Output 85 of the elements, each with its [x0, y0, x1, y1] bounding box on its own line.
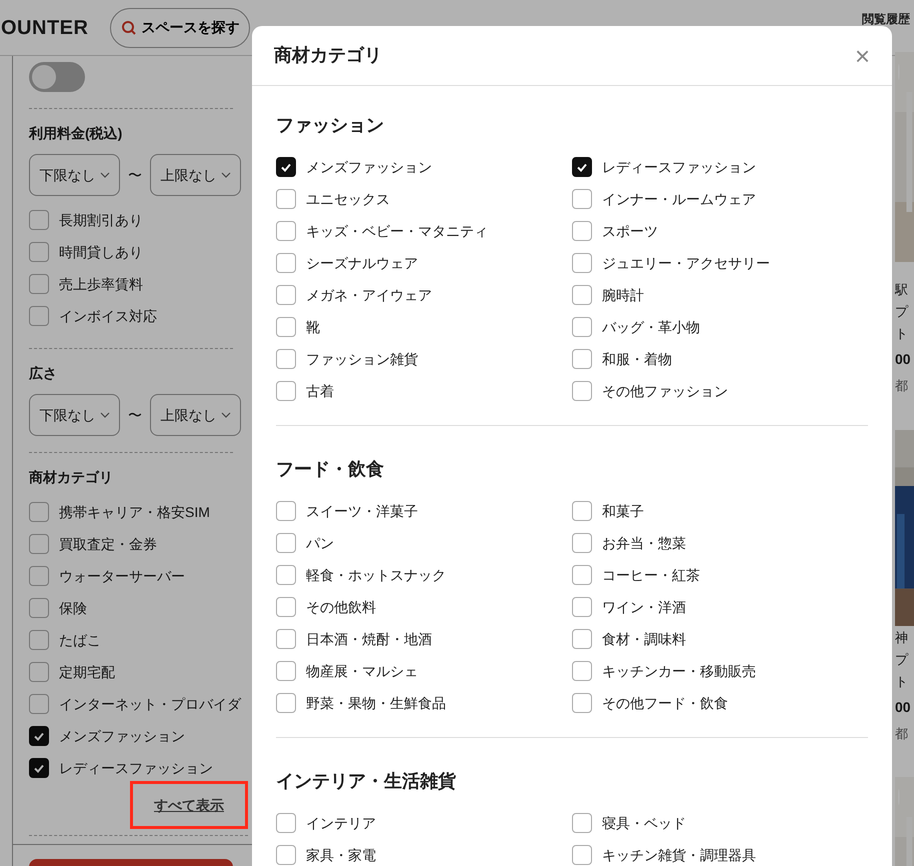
checkbox-option[interactable]: 日本酒・焼酎・地酒: [276, 623, 572, 655]
select-field[interactable]: 下限なし: [29, 154, 120, 196]
checkbox-option[interactable]: インターネット・プロバイダ: [29, 688, 248, 720]
checkbox-option[interactable]: 食材・調味料: [572, 623, 868, 655]
listing-title: プ: [895, 303, 910, 321]
search-icon: [121, 20, 138, 36]
checkbox-option[interactable]: キッチン雑貨・調理器具: [572, 839, 868, 866]
toggle-switch[interactable]: [29, 62, 85, 92]
checkbox-option[interactable]: シーズナルウェア: [276, 247, 572, 279]
checkbox-option[interactable]: インナー・ルームウェア: [572, 183, 868, 215]
listing-price: 00: [895, 698, 912, 716]
checkbox-option[interactable]: その他ファッション: [572, 375, 868, 407]
checkbox-option[interactable]: パン: [276, 527, 572, 559]
checkbox-option[interactable]: レディースファッション: [572, 151, 868, 183]
checkbox-option[interactable]: ジュエリー・アクセサリー: [572, 247, 868, 279]
checkbox-option[interactable]: 物産展・マルシェ: [276, 655, 572, 687]
check-icon: [281, 162, 291, 172]
listing-location: 都: [895, 724, 909, 742]
close-button[interactable]: ×: [854, 42, 870, 68]
chevron-down-icon: [220, 410, 230, 420]
search-button[interactable]: スペースを探す: [110, 8, 250, 48]
checkbox-option[interactable]: 靴: [276, 311, 572, 343]
section-title: 商材カテゴリ: [29, 468, 114, 487]
checkbox-option[interactable]: キッズ・ベビー・マタニティ: [276, 215, 572, 247]
checkbox-option[interactable]: 寝具・ベッド: [572, 807, 868, 839]
checkbox-option[interactable]: スイーツ・洋菓子: [276, 495, 572, 527]
checkbox-option[interactable]: 和服・着物: [572, 343, 868, 375]
section-title: 広さ: [29, 364, 58, 383]
checkbox-option[interactable]: 定期宅配: [29, 656, 248, 688]
listing-title: プ: [895, 650, 910, 668]
checkbox-option[interactable]: コーヒー・紅茶: [572, 559, 868, 591]
checkbox-option[interactable]: 野菜・果物・生鮮食品: [276, 687, 572, 719]
checkbox-option[interactable]: 時間貸しあり: [29, 236, 248, 268]
checkbox-option[interactable]: 買取査定・金券: [29, 528, 248, 560]
checkbox-option[interactable]: たばこ: [29, 624, 248, 656]
checkbox-option[interactable]: 腕時計: [572, 279, 868, 311]
checkbox-option[interactable]: レディースファッション: [29, 752, 248, 784]
checkbox-option[interactable]: ユニセックス: [276, 183, 572, 215]
section-title: インテリア・生活雑貨: [276, 770, 457, 793]
select-field[interactable]: 上限なし: [150, 394, 241, 436]
checkbox-option[interactable]: インボイス対応: [29, 300, 248, 332]
checkbox-option[interactable]: 売上歩率賃料: [29, 268, 248, 300]
listing-title: ト: [895, 325, 909, 343]
checkbox-option[interactable]: 長期割引あり: [29, 204, 248, 236]
checkbox-option[interactable]: ウォーターサーバー: [29, 560, 248, 592]
checkbox-option[interactable]: インテリア: [276, 807, 572, 839]
listing-title: ト: [895, 672, 909, 690]
select-field[interactable]: 下限なし: [29, 394, 120, 436]
checkbox-option[interactable]: メガネ・アイウェア: [276, 279, 572, 311]
checkbox-option[interactable]: その他飲料: [276, 591, 572, 623]
range-separator: 〜: [128, 166, 142, 184]
checkbox-option[interactable]: 古着: [276, 375, 572, 407]
section-title: 利用料金(税込): [29, 124, 124, 143]
listing-title: 神: [895, 628, 909, 646]
check-icon: [577, 162, 587, 172]
listing-title: 駅: [895, 281, 909, 299]
checkbox-option[interactable]: 保険: [29, 592, 248, 624]
checkbox-option[interactable]: その他フード・飲食: [572, 687, 868, 719]
checkbox-option[interactable]: 軽食・ホットスナック: [276, 559, 572, 591]
checkbox-option[interactable]: 和菓子: [572, 495, 868, 527]
history-link[interactable]: 閲覧履歴: [862, 10, 910, 28]
section-title: フード・飲食: [276, 458, 385, 481]
checkbox-option[interactable]: ワイン・洋酒: [572, 591, 868, 623]
chevron-down-icon: [220, 170, 230, 180]
select-field[interactable]: 上限なし: [150, 154, 241, 196]
listing-price: 00: [895, 350, 912, 369]
checkbox-option[interactable]: バッグ・革小物: [572, 311, 868, 343]
logo[interactable]: OUNTER: [1, 12, 88, 42]
checkbox-option[interactable]: 家具・家電: [276, 839, 572, 866]
checkbox-option[interactable]: 携帯キャリア・格安SIM: [29, 496, 248, 528]
checkbox-option[interactable]: お弁当・惣菜: [572, 527, 868, 559]
modal-title: 商材カテゴリ: [274, 44, 382, 67]
chevron-down-icon: [100, 170, 110, 180]
check-icon: [34, 764, 44, 772]
show-all-link[interactable]: すべて表示: [154, 794, 224, 816]
listing-location: 都: [895, 377, 909, 395]
check-icon: [34, 732, 44, 740]
checkbox-option[interactable]: スポーツ: [572, 215, 868, 247]
checkbox-option[interactable]: メンズファッション: [276, 151, 572, 183]
section-title: ファッション: [276, 114, 385, 137]
checkbox-option[interactable]: キッチンカー・移動販売: [572, 655, 868, 687]
checkbox-option[interactable]: ファッション雑貨: [276, 343, 572, 375]
checkbox-option[interactable]: メンズファッション: [29, 720, 248, 752]
range-separator: 〜: [128, 406, 142, 424]
chevron-down-icon: [100, 410, 110, 420]
